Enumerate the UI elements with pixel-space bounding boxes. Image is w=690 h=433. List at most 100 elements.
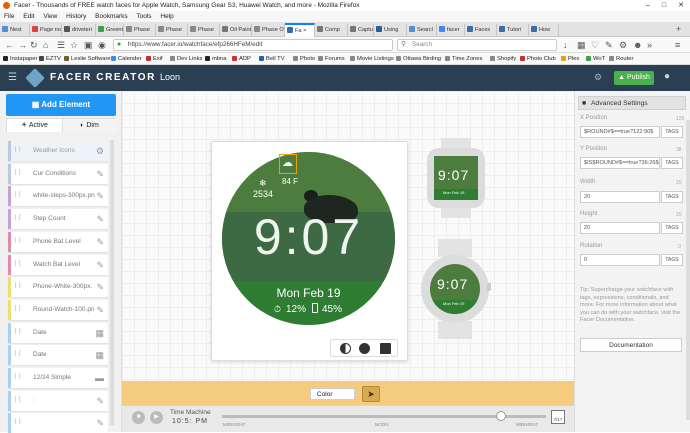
height-input[interactable]: 20 (580, 222, 660, 234)
pocket-icon[interactable]: ♡ (591, 39, 599, 51)
rect-icon[interactable]: ▬ (95, 368, 104, 388)
pencil-icon[interactable]: ✎ (96, 232, 104, 252)
square-watch-preview[interactable]: 9:07 Mon Feb 19 (427, 138, 485, 218)
watch-face[interactable]: ❄ 2534 9:07 Mon Feb 19 ⏱ 12% 45% (222, 152, 395, 325)
bookmark-item[interactable]: Instapaper (3, 53, 37, 64)
tab-8[interactable]: Phase ON (252, 24, 285, 37)
tab-active[interactable]: ☀ Active (7, 119, 62, 132)
pencil-icon[interactable]: ✎ (96, 277, 104, 297)
pencil-icon[interactable]: ✎ (96, 186, 104, 206)
sidebar-icon[interactable]: ☰ (57, 39, 65, 51)
bookmark-item[interactable]: Dev Links (170, 53, 202, 64)
tab-13[interactable]: Searcl (407, 24, 437, 37)
drag-handle-icon[interactable]: ⠇⠇ (14, 300, 23, 320)
width-tags-button[interactable]: TAGS (661, 191, 683, 203)
reload-icon[interactable]: ↻ (30, 39, 38, 51)
menu-view[interactable]: View (43, 13, 57, 20)
rotation-tags-button[interactable]: TAGS (661, 254, 683, 266)
addon-icon[interactable]: ⚙ (619, 39, 627, 51)
layer-item[interactable]: ⠇⠇ 12/24 Simple ▬ (8, 368, 108, 388)
calendar-icon[interactable]: ▦ (95, 323, 104, 343)
rotation-input[interactable]: 0 (580, 254, 660, 266)
y-tags-button[interactable]: TAGS (661, 157, 683, 169)
pencil-icon[interactable]: ✎ (96, 209, 104, 229)
user-icon[interactable]: ● (664, 71, 670, 82)
documentation-button[interactable]: Documentation (580, 338, 682, 352)
height-tags-button[interactable]: TAGS (661, 222, 683, 234)
bookmark-tool-icon[interactable]: ☆ (70, 39, 78, 51)
tab-2[interactable]: driveteri (62, 24, 96, 37)
color-input[interactable]: Color (310, 388, 355, 400)
pencil-icon[interactable]: ✎ (96, 413, 104, 433)
screenshot-icon[interactable]: ✎ (605, 39, 613, 51)
bookmark-item[interactable]: EZTV (39, 53, 61, 64)
drag-handle-icon[interactable]: ⠇⠇ (14, 186, 23, 206)
layer-item[interactable]: ⠇⠇ Round-Watch-100.pn ✎ (8, 299, 108, 320)
drag-handle-icon[interactable]: ⠇⠇ (14, 209, 23, 229)
new-tab-icon[interactable]: + (676, 24, 681, 34)
half-circle-view-icon[interactable] (340, 343, 351, 354)
calendar-icon[interactable]: ▦ (95, 345, 104, 365)
close-icon[interactable]: ✕ (673, 0, 689, 11)
download-icon[interactable]: ↓ (563, 39, 568, 51)
tab-15[interactable]: Faces (465, 24, 497, 37)
tab-14[interactable]: facer (437, 24, 465, 37)
menu-history[interactable]: History (66, 13, 86, 20)
layer-item[interactable]: ⠇⠇ Phone Bat Level ✎ (8, 231, 108, 252)
bookmark-item[interactable]: Photo Club (520, 53, 556, 64)
bookmark-item[interactable]: Bell TV (259, 53, 285, 64)
add-element-button[interactable]: ▦ Add Element (6, 94, 116, 116)
tab-3[interactable]: Greent (96, 24, 124, 37)
tab-10[interactable]: Comp (315, 24, 348, 37)
publish-button[interactable]: ▲ Publish (614, 71, 654, 85)
drag-handle-icon[interactable]: ⠇⠇ (14, 232, 23, 252)
bookmark-item[interactable]: WoT (586, 53, 605, 64)
home-icon[interactable]: ⌂ (43, 39, 48, 51)
bookmark-item[interactable]: Exif (146, 53, 163, 64)
bookmark-item[interactable]: Calender (111, 53, 142, 64)
tab-7[interactable]: Oil Paintir (220, 24, 252, 37)
drag-handle-icon[interactable]: ⠇⠇ (14, 164, 23, 184)
layer-item[interactable]: ⠇⠇ Date ▦ (8, 322, 108, 343)
right-scrollbar[interactable] (686, 120, 690, 420)
layer-item[interactable]: ⠇⠇ Watch Bat Level ✎ (8, 254, 108, 275)
layer-item[interactable]: ⠇⠇ Phone-White-300px. ✎ (8, 277, 108, 298)
menu-bookmarks[interactable]: Bookmarks (95, 13, 128, 20)
maximize-icon[interactable]: □ (656, 0, 672, 11)
back-icon[interactable]: ← (5, 39, 14, 51)
bookmark-item[interactable]: Plex (561, 53, 579, 64)
pencil-icon[interactable]: ✎ (96, 164, 104, 184)
drag-handle-icon[interactable]: ⠇⠇ (14, 323, 23, 343)
drag-handle-icon[interactable]: ⠇⠇ (14, 413, 23, 433)
menu-edit[interactable]: Edit (23, 13, 34, 20)
layer-item[interactable]: ⠇⠇ Cur Conditions ✎ (8, 163, 108, 184)
y-position-input[interactable]: $IS$ROUND#$==true?36:26$ (580, 157, 660, 169)
rocket-button[interactable]: ➤ (362, 386, 380, 402)
square-view-icon[interactable] (380, 343, 391, 354)
tab-12[interactable]: Using (374, 24, 407, 37)
library-icon[interactable]: ▦ (577, 39, 586, 51)
tab-11[interactable]: Captu (348, 24, 374, 37)
menu-tools[interactable]: Tools (136, 13, 151, 20)
tab-6[interactable]: Phase (188, 24, 220, 37)
drag-handle-icon[interactable]: ⠇⠇ (14, 345, 23, 365)
layer-item[interactable]: ⠇⠇ white-steps-300px.pn ✎ (8, 186, 108, 207)
settings-icon[interactable]: ⚙ (594, 72, 602, 83)
tab-1[interactable]: Page not (30, 24, 62, 37)
drag-handle-icon[interactable]: ⠇⠇ (14, 391, 23, 411)
time-slider-thumb[interactable] (495, 411, 506, 421)
tab-0[interactable]: Nest (0, 24, 30, 37)
tab-5[interactable]: Phase (156, 24, 188, 37)
pencil-icon[interactable]: ✎ (96, 255, 104, 275)
layer-item[interactable]: ⠇⠇ Date ▦ (8, 345, 108, 366)
forward-icon[interactable]: → (18, 39, 27, 51)
tab-17[interactable]: How (529, 24, 559, 37)
width-input[interactable]: 20 (580, 191, 660, 203)
tab-9[interactable]: Fa × (285, 23, 315, 37)
x-position-input[interactable]: $ROUND#$==true?122:90$ (580, 126, 660, 138)
bookmark-item[interactable]: mbna (205, 53, 227, 64)
layer-scrollbar[interactable] (110, 140, 114, 425)
drag-handle-icon[interactable]: ⠇⠇ (14, 277, 23, 297)
bookmark-item[interactable]: Ottawa Birding (396, 53, 441, 64)
drag-handle-icon[interactable]: ⠇⠇ (14, 141, 23, 161)
